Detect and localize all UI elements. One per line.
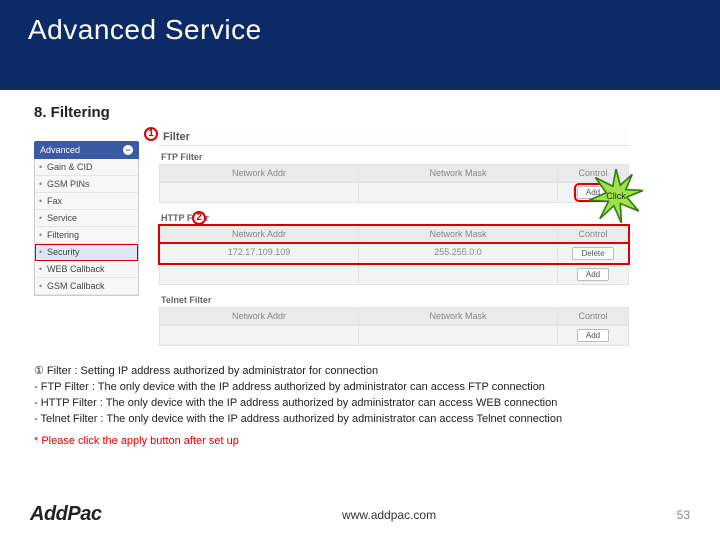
col-network-addr: Network Addr: [160, 308, 359, 324]
sidebar-heading[interactable]: Advanced −: [34, 141, 139, 159]
col-control: Control: [558, 226, 628, 242]
table-header: Network Addr Network Mask Control: [159, 307, 629, 325]
http-addr-input[interactable]: [160, 265, 359, 284]
col-network-mask: Network Mask: [359, 165, 558, 181]
panel-title: Filter: [159, 129, 629, 146]
note-line: ① Filter : Setting IP address authorized…: [34, 364, 686, 380]
col-network-mask: Network Mask: [359, 308, 558, 324]
http-mask-input[interactable]: [359, 265, 558, 284]
telnet-filter-title: Telnet Filter: [159, 295, 629, 305]
sidebar-item-security[interactable]: Security: [35, 244, 138, 261]
telnet-mask-input[interactable]: [359, 326, 558, 345]
section-heading: 8. Filtering: [34, 104, 686, 121]
sidebar-item-gain-cid[interactable]: Gain & CID: [35, 159, 138, 176]
sidebar-item-gsm-callback[interactable]: GSM Callback: [35, 278, 138, 295]
click-label: Click: [589, 169, 643, 223]
http-filter-block: HTTP Filter Network Addr Network Mask Co…: [159, 213, 629, 285]
page-number: 53: [677, 508, 690, 522]
telnet-add-button[interactable]: Add: [577, 329, 609, 342]
col-network-mask: Network Mask: [359, 226, 558, 242]
title-bar: Advanced Service: [0, 0, 720, 90]
telnet-control-cell: Add: [558, 326, 628, 345]
page-title: Advanced Service: [28, 14, 692, 46]
col-network-addr: Network Addr: [160, 226, 359, 242]
ftp-mask-input[interactable]: [359, 183, 558, 202]
http-filter-title: HTTP Filter: [159, 213, 629, 223]
http-addr-value[interactable]: 172.17.109.109: [160, 244, 359, 263]
telnet-filter-block: Telnet Filter Network Addr Network Mask …: [159, 295, 629, 346]
col-control: Control: [558, 308, 628, 324]
table-row: Add: [159, 264, 629, 285]
click-callout: Click: [589, 169, 643, 223]
filter-panel: Filter FTP Filter Network Addr Network M…: [159, 129, 629, 346]
note-warning: * Please click the apply button after se…: [34, 434, 686, 450]
screenshot-area: 1 2 Advanced − Gain & CID GSM PINs Fax S…: [34, 129, 686, 346]
http-control-cell: Delete: [558, 244, 628, 263]
sidebar-item-gsm-pins[interactable]: GSM PINs: [35, 176, 138, 193]
col-network-addr: Network Addr: [160, 165, 359, 181]
http-add-button[interactable]: Add: [577, 268, 609, 281]
ftp-addr-input[interactable]: [160, 183, 359, 202]
sidebar-item-filtering[interactable]: Filtering: [35, 227, 138, 244]
table-header: Network Addr Network Mask Control: [159, 225, 629, 243]
sidebar-item-fax[interactable]: Fax: [35, 193, 138, 210]
table-header: Network Addr Network Mask Control: [159, 164, 629, 182]
ftp-filter-title: FTP Filter: [159, 152, 629, 162]
telnet-addr-input[interactable]: [160, 326, 359, 345]
sidebar-item-service[interactable]: Service: [35, 210, 138, 227]
ftp-filter-block: FTP Filter Network Addr Network Mask Con…: [159, 152, 629, 203]
sidebar: Advanced − Gain & CID GSM PINs Fax Servi…: [34, 141, 139, 296]
note-line: - FTP Filter : The only device with the …: [34, 380, 686, 396]
http-control-cell: Add: [558, 265, 628, 284]
table-row: Add: [159, 182, 629, 203]
table-row: 172.17.109.109 255.255.0.0 Delete: [159, 243, 629, 264]
footer: AddPac www.addpac.com 53: [0, 503, 720, 526]
sidebar-item-web-callback[interactable]: WEB Callback: [35, 261, 138, 278]
callout-marker-2: 2: [192, 211, 206, 225]
logo: AddPac: [30, 503, 101, 526]
sidebar-heading-label: Advanced: [40, 145, 80, 155]
http-mask-value[interactable]: 255.255.0.0: [359, 244, 558, 263]
collapse-icon[interactable]: −: [123, 145, 133, 155]
table-row: Add: [159, 325, 629, 346]
note-line: - HTTP Filter : The only device with the…: [34, 396, 686, 412]
note-line: - Telnet Filter : The only device with t…: [34, 412, 686, 428]
footer-url: www.addpac.com: [342, 508, 436, 522]
http-delete-button[interactable]: Delete: [572, 247, 613, 260]
callout-marker-1: 1: [144, 127, 158, 141]
notes: ① Filter : Setting IP address authorized…: [34, 364, 686, 450]
